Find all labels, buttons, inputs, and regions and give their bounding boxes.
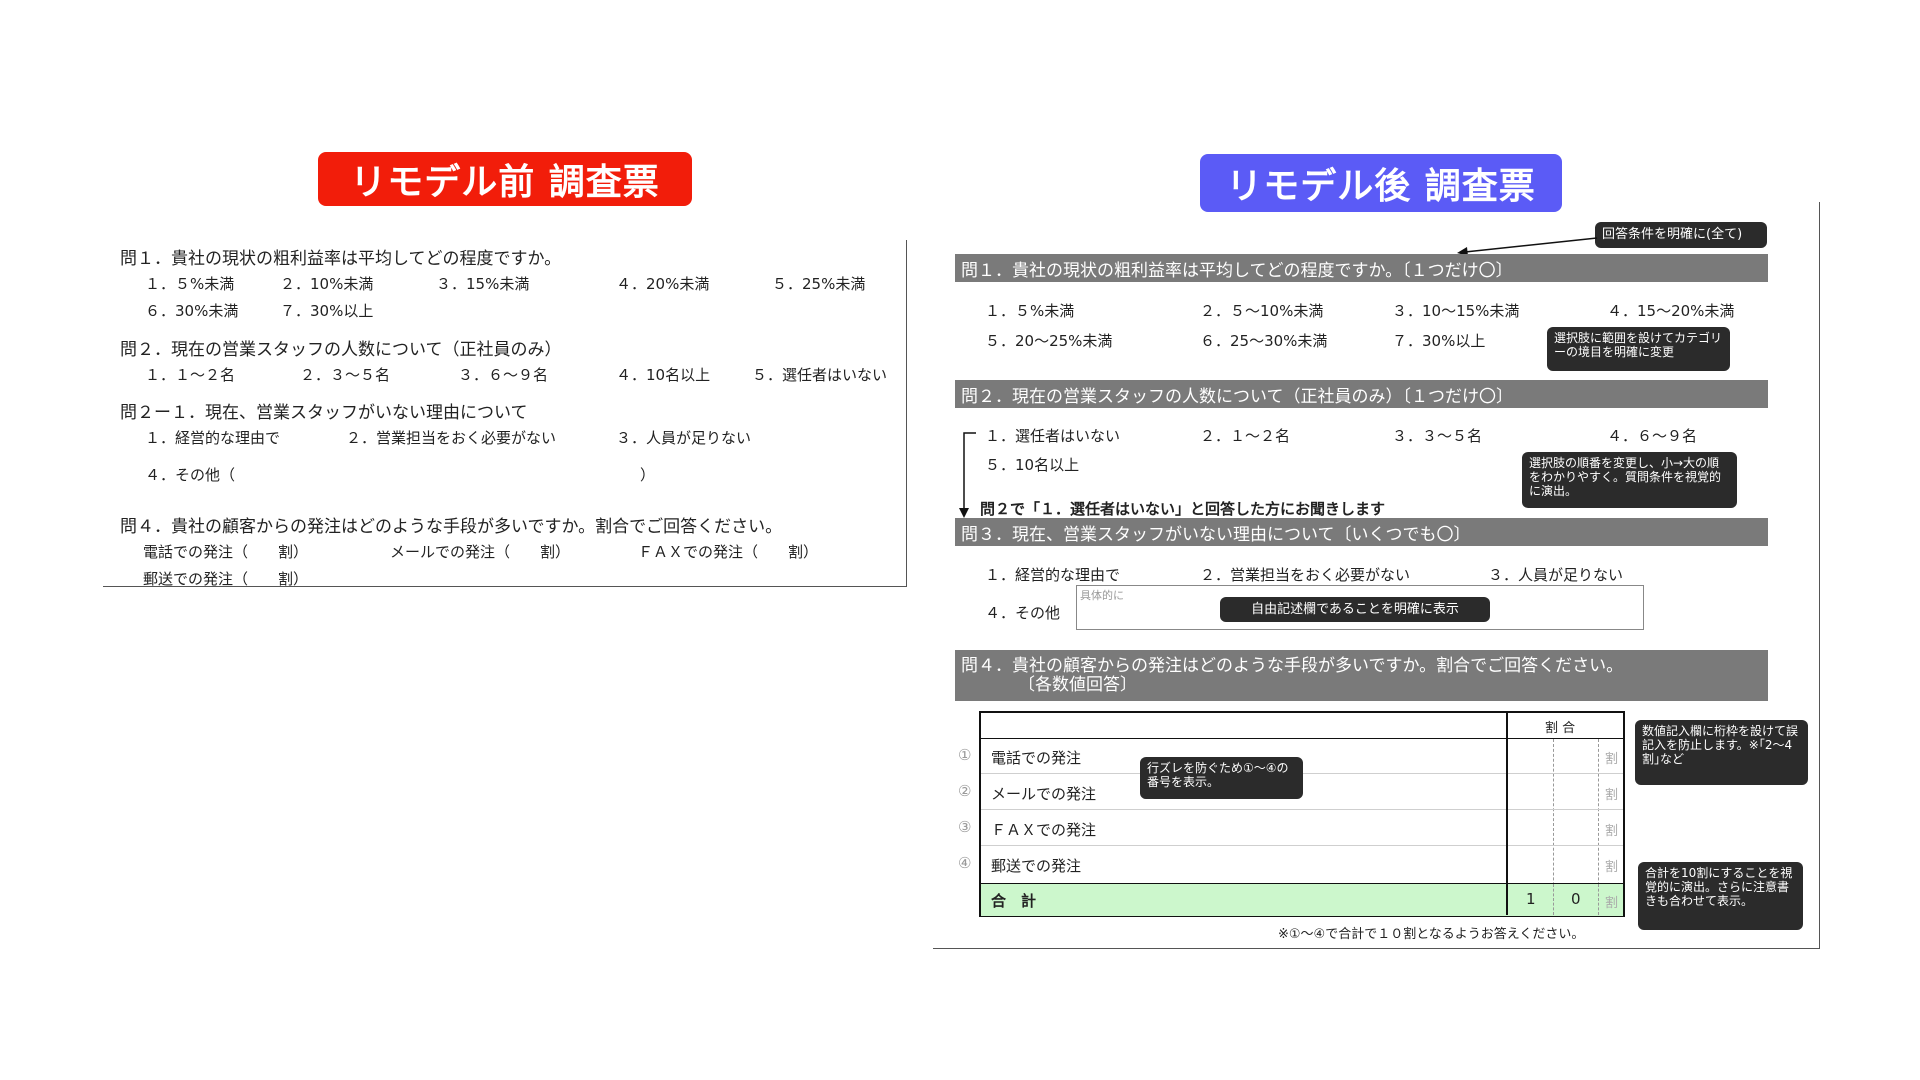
after-q1-title-bar: 問１．貴社の現状の粗利益率は平均してどの程度ですか。〔１つだけ〇〕 xyxy=(955,254,1768,282)
after-q4-header-label: 割 合 xyxy=(1545,721,1576,736)
after-q2-note: 選択肢の順番を変更し、小→大の順をわかりやすく。質問条件を視覚的に演出。 xyxy=(1522,452,1737,508)
after-q3-note: 自由記述欄であることを明確に表示 xyxy=(1220,597,1490,622)
after-q4-row-unit: 割 xyxy=(1605,824,1619,839)
before-q1-option: ６．30%未満 xyxy=(145,302,239,320)
before-q2-option: ５．選任者はいない xyxy=(752,366,888,384)
before-q1-option: ４．20%未満 xyxy=(616,275,710,293)
after-q4-row-label: ＦＡＸでの発注 xyxy=(991,821,1097,839)
after-q3-other-hint: 具体的に xyxy=(1080,589,1124,602)
after-q4-row-line xyxy=(1508,773,1623,774)
after-q4-row-label: 郵送での発注 xyxy=(991,857,1082,875)
after-q4-col-divider xyxy=(1506,883,1508,915)
before-q1-option: ５．25%未満 xyxy=(772,275,866,293)
after-q2-option: １．選任者はいない xyxy=(985,427,1121,445)
before-q1-option: １．５%未満 xyxy=(145,275,235,293)
after-q4-row-unit: 割 xyxy=(1605,860,1619,875)
before-q1-option: ２．10%未満 xyxy=(280,275,374,293)
after-q2-option: ４．６～９名 xyxy=(1607,427,1698,445)
after-q4-footnote: ※①～④で合計で１０割となるようお答えください。 xyxy=(1278,927,1585,942)
after-q1-note: 選択肢に範囲を設けてカテゴリーの境目を明確に変更 xyxy=(1547,327,1730,371)
after-q4-row-unit: 割 xyxy=(1605,752,1619,767)
after-branch-instruction: 問２で「１．選任者はいない」と回答した方にお聞きします xyxy=(980,500,1386,518)
after-note-conditions: 回答条件を明確に(全て) xyxy=(1595,222,1767,248)
after-q4-row-line xyxy=(981,845,1506,846)
after-q1-option: ３．10～15%未満 xyxy=(1392,302,1520,320)
before-q2-option: １．１～２名 xyxy=(145,366,236,384)
before-q4-title: 問４．貴社の顧客からの発注はどのような手段が多いですか。割合でご回答ください。 xyxy=(120,517,783,537)
after-title-badge: リモデル後 調査票 xyxy=(1200,154,1562,212)
before-q21-option: ２．営業担当をおく必要がない xyxy=(346,429,557,447)
after-form-border-right xyxy=(1819,202,1820,948)
after-q4-total-digit: 0 xyxy=(1571,890,1581,908)
before-q1-option: ３．15%未満 xyxy=(436,275,530,293)
before-title-badge: リモデル前 調査票 xyxy=(318,152,692,206)
before-q21-title: 問２ー１．現在、営業スタッフがいない理由について xyxy=(120,403,528,423)
before-q21-other-close: ） xyxy=(640,466,656,484)
after-q2-option: ３．３～５名 xyxy=(1392,427,1483,445)
before-q21-other-label: ４．その他（ xyxy=(145,466,236,484)
after-q3-option: １．経営的な理由で xyxy=(985,566,1121,584)
after-q1-option: ６．25～30%未満 xyxy=(1200,332,1328,350)
before-q21-option: １．経営的な理由で xyxy=(145,429,281,447)
after-q4-row-input[interactable] xyxy=(1508,740,1600,772)
after-form-border-bottom xyxy=(933,948,1820,949)
before-q1-option: ７．30%以上 xyxy=(280,302,374,320)
after-q4-title-line2: 〔各数値回答〕 xyxy=(1018,674,1137,695)
after-q1-option: ４．15～20%未満 xyxy=(1607,302,1735,320)
after-q3-other-label: ４．その他 xyxy=(985,604,1061,622)
after-branch-arrow xyxy=(959,432,976,518)
after-q4-row-line xyxy=(1508,809,1623,810)
after-q4-note-total: 合計を10割にすることを視覚的に演出。さらに注意書きも合わせて表示。 xyxy=(1638,862,1803,930)
after-q4-row-line xyxy=(981,809,1506,810)
after-q4-title-line1: 問４．貴社の顧客からの発注はどのような手段が多いですか。割合でご回答ください。 xyxy=(961,655,1624,676)
after-q2-option: ２．１～２名 xyxy=(1200,427,1291,445)
after-q4-row-input[interactable] xyxy=(1508,847,1600,880)
after-q4-row-label: メールでの発注 xyxy=(991,785,1097,803)
before-q2-option: ３．６～９名 xyxy=(458,366,549,384)
after-q4-header-line xyxy=(979,738,1625,739)
after-q4-row-label: 電話での発注 xyxy=(991,749,1082,767)
before-q2-title: 問２．現在の営業スタッフの人数について（正社員のみ） xyxy=(120,340,562,360)
after-q4-title-bar: 問４．貴社の顧客からの発注はどのような手段が多いですか。割合でご回答ください。 … xyxy=(955,650,1768,701)
after-q4-note-rows: 行ズレを防ぐため①～④の番号を表示。 xyxy=(1140,757,1303,799)
after-q3-option: ２．営業担当をおく必要がない xyxy=(1200,566,1411,584)
before-q2-option: ４．10名以上 xyxy=(616,366,711,384)
after-q4-row-input[interactable] xyxy=(1508,775,1600,808)
after-q4-note-digits: 数値記入欄に桁枠を設けて誤記入を防止します。※｢2～4割｣など xyxy=(1635,720,1808,785)
after-q4-row-number: ① xyxy=(958,746,972,764)
after-q3-option: ３．人員が足りない xyxy=(1488,566,1624,584)
before-q4-item: ＦＡＸでの発注（ 割） xyxy=(638,543,819,561)
after-q4-total-label: 合 計 xyxy=(991,892,1037,910)
after-q4-row-unit: 割 xyxy=(1605,788,1619,803)
before-q1-title: 問１．貴社の現状の粗利益率は平均してどの程度ですか。 xyxy=(120,249,562,269)
after-q3-title-bar: 問３．現在、営業スタッフがいない理由について〔いくつでも〇〕 xyxy=(955,518,1768,546)
before-q4-item: 電話での発注（ 割） xyxy=(143,543,309,561)
after-q4-total-unit: 割 xyxy=(1605,896,1619,911)
after-q4-row-number: ④ xyxy=(958,854,972,872)
after-q1-option: ７．30%以上 xyxy=(1392,332,1486,350)
after-q1-option: ２．５～10%未満 xyxy=(1200,302,1324,320)
after-q4-row-line xyxy=(1508,845,1623,846)
after-q4-digit-divider xyxy=(1598,884,1599,915)
after-q4-row-number: ② xyxy=(958,782,972,800)
after-q4-row-number: ③ xyxy=(958,818,972,836)
after-q2-option: ５．10名以上 xyxy=(985,456,1080,474)
before-q4-item: メールでの発注（ 割） xyxy=(390,543,571,561)
after-q4-total-digit: 1 xyxy=(1526,890,1536,908)
after-q2-title-bar: 問２．現在の営業スタッフの人数について（正社員のみ）〔１つだけ〇〕 xyxy=(955,380,1768,408)
before-q2-option: ２．３～５名 xyxy=(300,366,391,384)
after-q4-digit-divider xyxy=(1553,884,1554,915)
after-q4-row-input[interactable] xyxy=(1508,811,1600,844)
after-q1-option: １．５%未満 xyxy=(985,302,1075,320)
before-q21-option: ３．人員が足りない xyxy=(616,429,752,447)
after-q1-option: ５．20～25%未満 xyxy=(985,332,1113,350)
before-q4-item: 郵送での発注（ 割） xyxy=(143,570,309,588)
before-form-border-right xyxy=(906,240,907,586)
